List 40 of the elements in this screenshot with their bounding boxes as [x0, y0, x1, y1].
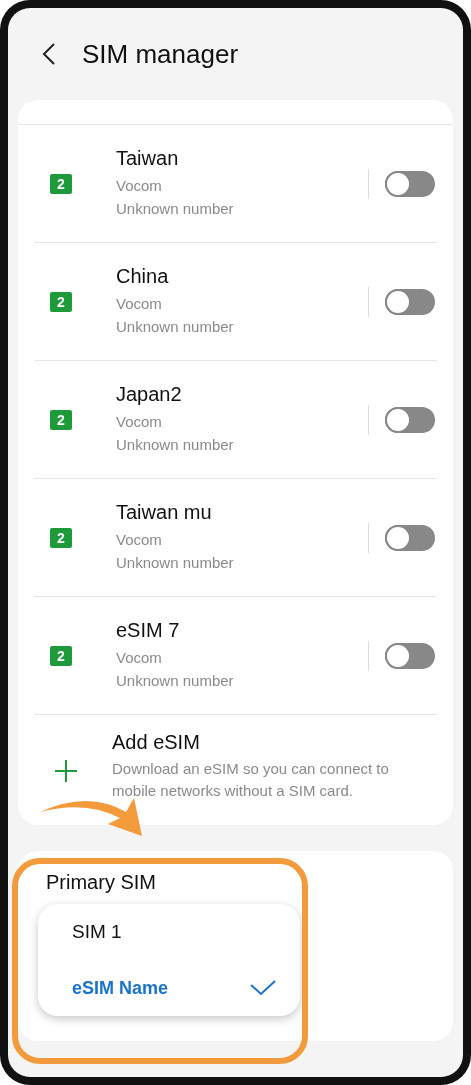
sim-number: Unknown number	[116, 199, 235, 219]
sim-name: China	[116, 265, 170, 288]
sim-carrier: Vocom	[116, 648, 163, 668]
sim-number: Unknown number	[116, 553, 235, 573]
check-icon	[250, 980, 276, 996]
sim-row[interactable]: 2 China Vocom Unknown number	[34, 243, 437, 361]
sim-card-icon: 2	[50, 409, 72, 430]
add-esim-title: Add eSIM	[112, 731, 201, 754]
menu-option[interactable]: eSIM Name	[38, 960, 300, 1016]
sim-name: Japan2	[116, 383, 183, 406]
sim-card-icon: 2	[50, 527, 72, 548]
sim-row[interactable]: 2 Taiwan mu Vocom Unknown number	[34, 479, 437, 597]
sim-carrier: Vocom	[116, 176, 163, 196]
sim-card-icon: 2	[50, 291, 72, 312]
screen-title: SIM manager	[82, 38, 239, 70]
add-esim-description: Download an eSIM so you can connect to mobile networks without a SIM card.	[112, 759, 390, 801]
sim-row[interactable]: 2 Taiwan Vocom Unknown number	[34, 125, 437, 243]
toggle-switch[interactable]	[385, 406, 435, 433]
sim-name: eSIM 7	[116, 619, 181, 642]
sim-card-icon: 2	[50, 645, 72, 666]
toggle-switch[interactable]	[385, 524, 435, 551]
sim-name: Taiwan mu	[116, 501, 213, 524]
sim-number: Unknown number	[116, 435, 235, 455]
sim-row[interactable]: 2 eSIM 7 Vocom Unknown number	[34, 597, 437, 715]
sim-card-icon: 2	[50, 173, 72, 194]
toggle-switch[interactable]	[385, 170, 435, 197]
sim-carrier: Vocom	[116, 530, 163, 550]
sim-row[interactable]: 2 Japan2 Vocom Unknown number	[34, 361, 437, 479]
back-icon[interactable]	[42, 42, 56, 66]
toggle-switch[interactable]	[385, 642, 435, 669]
sim-number: Unknown number	[116, 317, 235, 337]
sim-carrier: Vocom	[116, 294, 163, 314]
menu-option[interactable]: SIM 1	[38, 904, 300, 960]
toggle-switch[interactable]	[385, 288, 435, 315]
sim-name: Taiwan	[116, 147, 180, 170]
primary-sim-label: Primary SIM	[46, 871, 157, 894]
plus-icon	[54, 759, 78, 783]
sim-carrier: Vocom	[116, 412, 163, 432]
add-esim-row[interactable]: Add eSIM Download an eSIM so you can connect to mobile networks without a SIM card.	[34, 715, 437, 825]
sim-number: Unknown number	[116, 671, 235, 691]
